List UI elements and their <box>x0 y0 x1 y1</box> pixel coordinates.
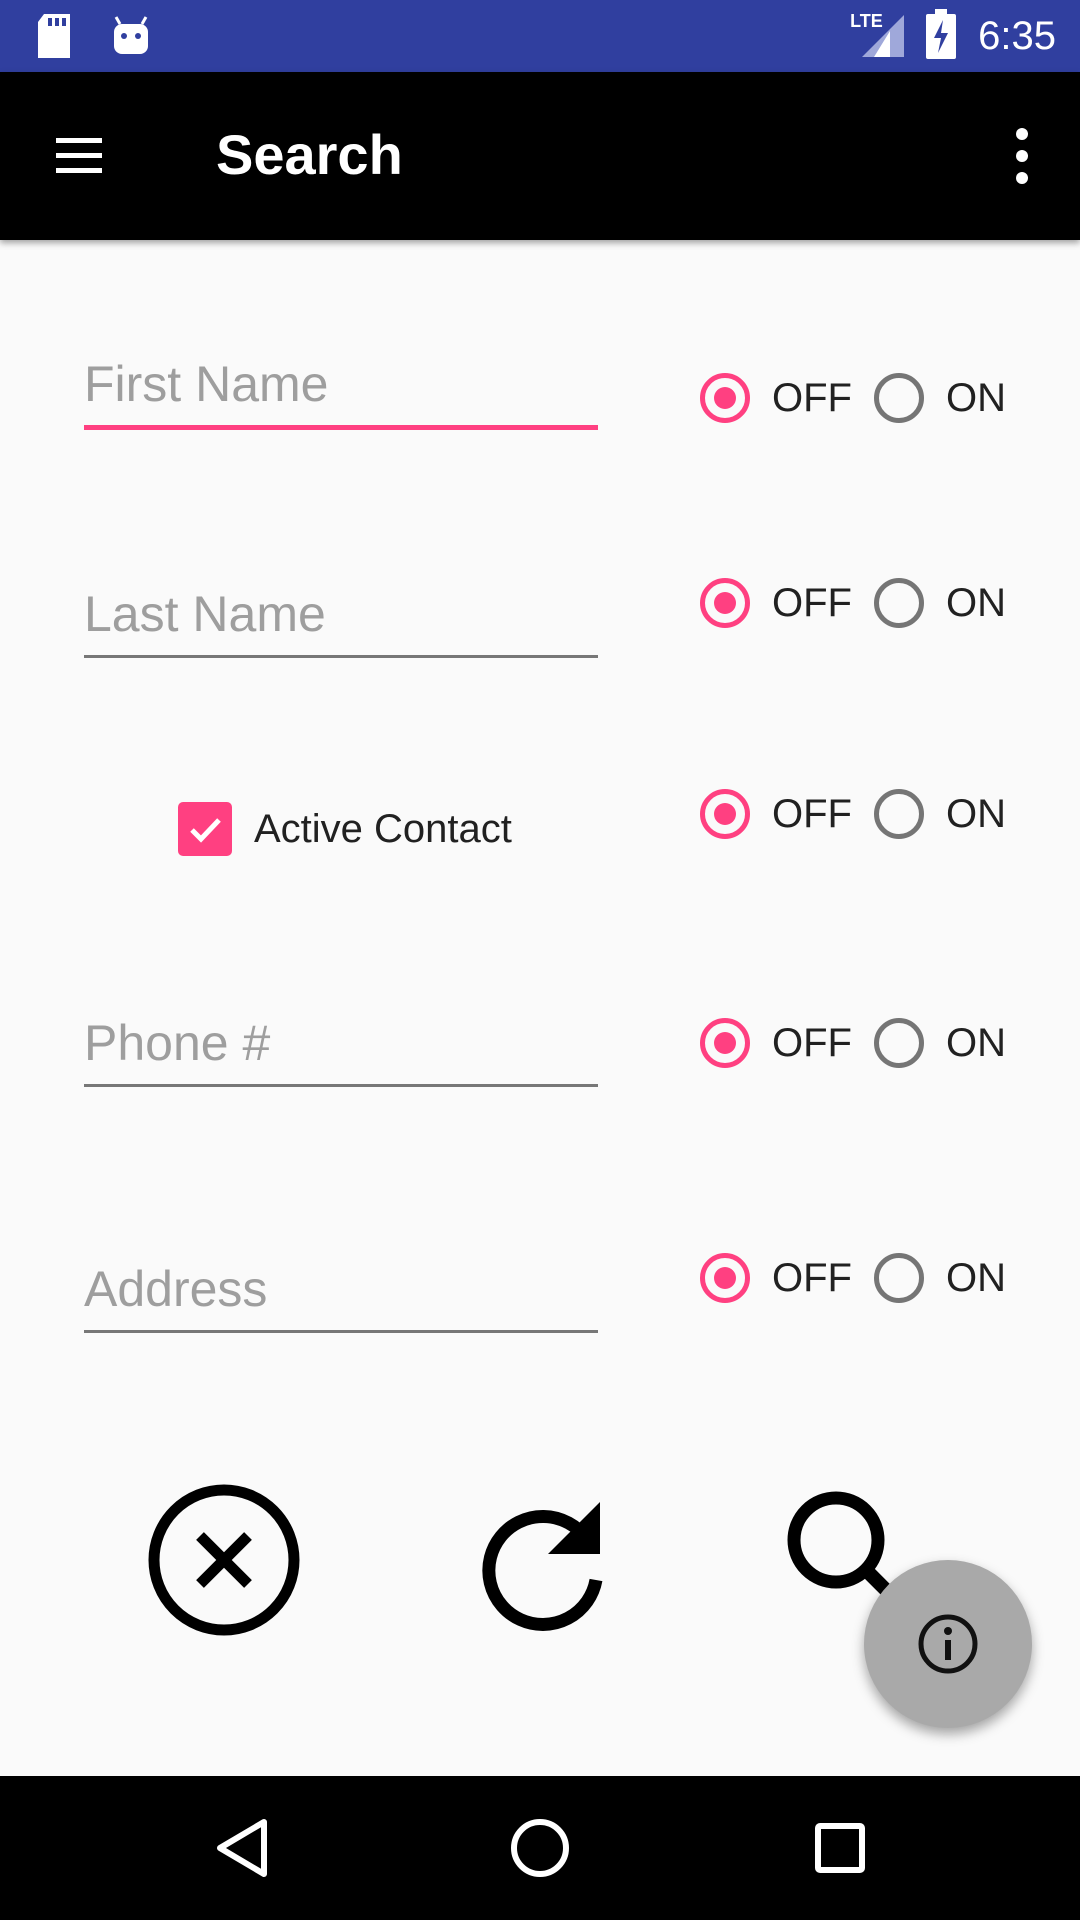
radio-label: ON <box>945 1255 1006 1300</box>
active-contact-on-radio[interactable]: ON <box>873 789 1006 839</box>
app-bar: Search <box>0 72 1080 240</box>
phone-toggle: OFF ON <box>700 1018 1006 1068</box>
phone-field-wrapper <box>84 1014 598 1087</box>
recents-icon <box>815 1823 865 1873</box>
radio-unchecked-icon <box>873 1253 924 1303</box>
status-bar: LTE 6:35 <box>0 0 1080 72</box>
first-name-toggle: OFF ON <box>700 373 1006 423</box>
radio-label: ON <box>945 375 1006 420</box>
phone-input[interactable] <box>84 1014 598 1087</box>
radio-label: OFF <box>772 791 852 836</box>
back-icon <box>217 1819 267 1877</box>
refresh-button[interactable] <box>472 1492 612 1637</box>
first-name-off-radio[interactable]: OFF <box>700 373 852 423</box>
search-icon <box>787 1491 895 1599</box>
sd-card-icon <box>36 14 72 63</box>
address-on-radio[interactable]: ON <box>873 1253 1006 1303</box>
first-name-on-radio[interactable]: ON <box>873 373 1006 423</box>
android-debug-icon <box>112 16 150 61</box>
radio-checked-icon <box>700 578 750 628</box>
active-contact-off-radio[interactable]: OFF <box>700 789 852 839</box>
radio-label: OFF <box>772 375 852 420</box>
search-button[interactable] <box>784 1488 895 1603</box>
radio-label: OFF <box>772 1020 852 1065</box>
clock: 6:35 <box>978 13 1056 58</box>
radio-unchecked-icon <box>873 373 924 423</box>
back-button[interactable] <box>206 1812 278 1884</box>
radio-unchecked-icon <box>873 789 924 839</box>
first-name-field-wrapper <box>84 355 598 430</box>
radio-unchecked-icon <box>873 578 924 628</box>
last-name-off-radio[interactable]: OFF <box>700 578 852 628</box>
phone-off-radio[interactable]: OFF <box>700 1018 852 1068</box>
address-toggle: OFF ON <box>700 1253 1006 1303</box>
last-name-on-radio[interactable]: ON <box>873 578 1006 628</box>
overflow-menu-button[interactable] <box>986 120 1058 192</box>
radio-checked-icon <box>700 373 750 423</box>
refresh-icon <box>482 1502 603 1631</box>
radio-checked-icon <box>700 789 750 839</box>
address-field-wrapper <box>84 1260 598 1333</box>
battery-charging-icon <box>926 8 957 64</box>
radio-label: ON <box>945 1020 1006 1065</box>
radio-label: OFF <box>772 580 852 625</box>
clear-icon <box>148 1484 300 1636</box>
recents-button[interactable] <box>804 1812 876 1884</box>
clear-button[interactable] <box>146 1482 302 1643</box>
home-button[interactable] <box>504 1812 576 1884</box>
active-contact-label: Active Contact <box>254 806 512 851</box>
last-name-field-wrapper <box>84 585 598 658</box>
active-contact-checkbox[interactable]: Active Contact <box>178 802 512 856</box>
address-input[interactable] <box>84 1260 598 1333</box>
menu-button[interactable] <box>44 124 116 188</box>
info-icon <box>918 1614 978 1674</box>
radio-checked-icon <box>700 1253 750 1303</box>
radio-label: OFF <box>772 1255 852 1300</box>
page-title: Search <box>216 123 403 186</box>
active-contact-toggle: OFF ON <box>700 789 1006 839</box>
first-name-input[interactable] <box>84 355 598 430</box>
radio-label: ON <box>945 580 1006 625</box>
phone-on-radio[interactable]: ON <box>873 1018 1006 1068</box>
radio-label: ON <box>945 791 1006 836</box>
radio-unchecked-icon <box>873 1018 924 1068</box>
home-icon <box>511 1819 569 1877</box>
lte-signal-icon: LTE <box>850 11 905 61</box>
address-off-radio[interactable]: OFF <box>700 1253 852 1303</box>
checkbox-checked-icon <box>178 802 232 856</box>
more-vert-icon <box>1016 128 1028 184</box>
hamburger-menu-icon <box>56 138 102 173</box>
last-name-input[interactable] <box>84 585 598 658</box>
radio-checked-icon <box>700 1018 750 1068</box>
last-name-toggle: OFF ON <box>700 578 1006 628</box>
info-fab[interactable] <box>864 1560 1032 1728</box>
navigation-bar <box>0 1776 1080 1920</box>
